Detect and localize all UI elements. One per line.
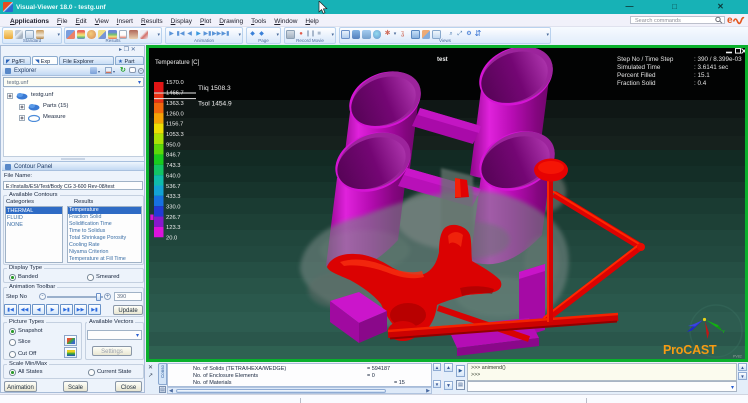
svg-text:330.0: 330.0 [166,205,181,211]
svg-text:Step No / Time Step: Step No / Time Step [617,56,674,63]
svg-text:433.3: 433.3 [166,194,181,200]
svg-text:640.0: 640.0 [166,173,181,179]
svg-text:PV82: PV82 [733,355,742,359]
svg-text:: 390 / 8.399e-03: : 390 / 8.399e-03 [694,56,742,63]
svg-text:536.7: 536.7 [166,184,181,190]
svg-text:e: e [727,15,733,25]
svg-text:Temperature [C]: Temperature [C] [155,59,200,66]
svg-text:Y: Y [722,329,725,334]
svg-text:Fraction Solid: Fraction Solid [617,80,656,87]
svg-text:20.0: 20.0 [166,236,177,242]
svg-text:test: test [437,57,448,63]
svg-text:Percent Filled: Percent Filled [617,72,656,79]
svg-text:123.3: 123.3 [166,225,181,231]
svg-text:Simulated Time: Simulated Time [617,64,661,71]
svg-text:1260.0: 1260.0 [166,111,184,117]
svg-text:1466.7: 1466.7 [166,91,184,97]
svg-text:ProCAST: ProCAST [663,343,717,357]
svg-text:1156.7: 1156.7 [166,122,183,128]
svg-text:950.0: 950.0 [166,142,181,148]
svg-text:: 3.6141 sec: : 3.6141 sec [694,64,728,71]
svg-text:743.3: 743.3 [166,163,181,169]
svg-text:226.7: 226.7 [166,215,181,221]
svg-text:Tsol 1454.9: Tsol 1454.9 [198,101,232,108]
svg-text:1570.0: 1570.0 [166,80,184,86]
svg-text:846.7: 846.7 [166,153,181,159]
svg-text:Tliq 1508.3: Tliq 1508.3 [198,85,231,92]
svg-text:1053.3: 1053.3 [166,132,184,138]
svg-text:1363.3: 1363.3 [166,101,184,107]
svg-text:: 15.1: : 15.1 [694,72,710,79]
svg-text:: 0.4: : 0.4 [694,80,707,87]
